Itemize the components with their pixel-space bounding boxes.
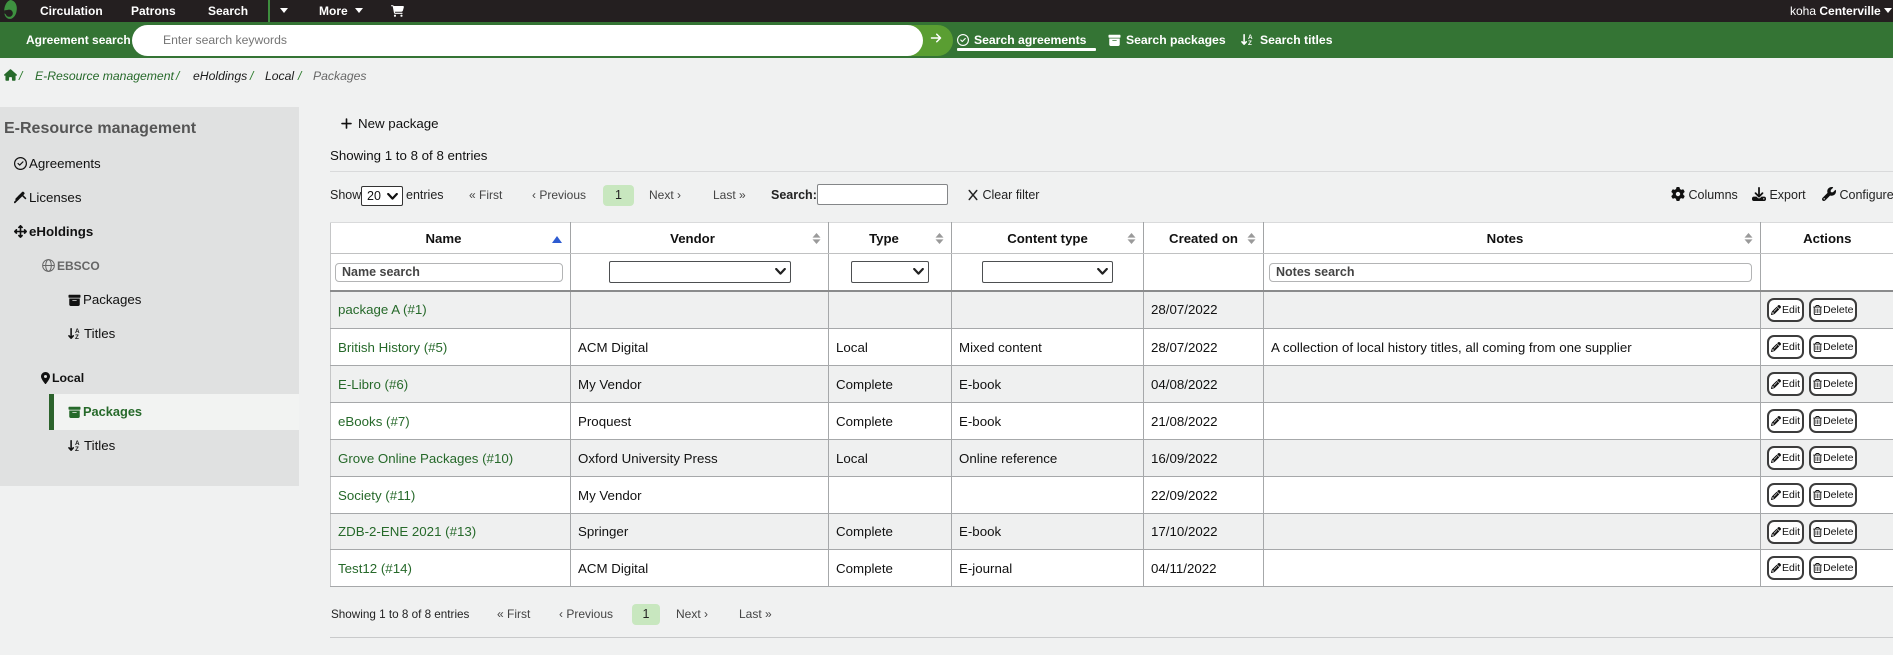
svg-text:Z: Z <box>75 446 79 452</box>
svg-text:Z: Z <box>1248 40 1252 46</box>
svg-text:A: A <box>75 440 80 447</box>
svg-text:Z: Z <box>75 334 79 340</box>
svg-text:A: A <box>75 328 80 335</box>
svg-text:A: A <box>1248 34 1253 41</box>
